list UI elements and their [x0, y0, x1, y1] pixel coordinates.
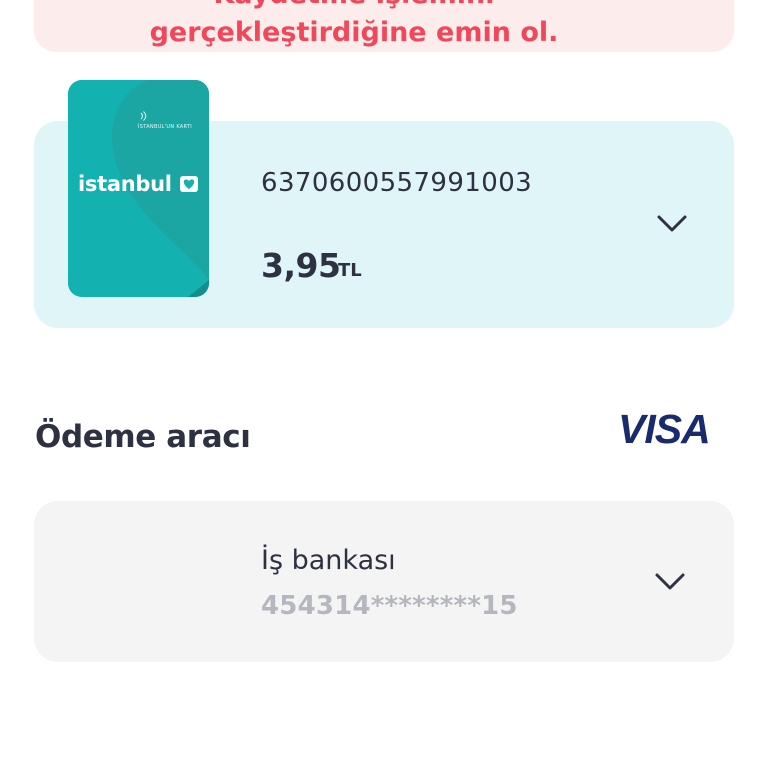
nfc-icon: [140, 111, 147, 121]
payment-method-title: Ödeme aracı: [35, 419, 251, 455]
kart-small-text: İSTANBUL'UN KARTI: [138, 124, 193, 130]
card-currency: TL: [338, 260, 362, 281]
card-balance: 3,95: [261, 246, 341, 285]
masked-card-number: 454314********15: [261, 591, 518, 621]
istanbulkart-image: İSTANBUL'UN KARTI istanbul: [68, 80, 209, 297]
heart-icon: [180, 176, 198, 192]
bank-name: İş bankası: [261, 545, 396, 576]
warning-banner: Kaydetme işlemini gerçekleştirdiğine emi…: [34, 0, 734, 52]
chevron-down-icon[interactable]: [656, 214, 688, 234]
screen: Kaydetme işlemini gerçekleştirdiğine emi…: [0, 0, 768, 768]
istanbul-logo: istanbul: [78, 172, 172, 196]
warning-text-line-1: Kaydetme işlemini: [4, 0, 704, 12]
payment-method-selector[interactable]: [34, 501, 734, 662]
card-number: 6370600557991003: [261, 168, 533, 198]
chevron-down-icon[interactable]: [654, 572, 686, 592]
visa-logo: VISA: [618, 406, 711, 452]
warning-text-line-2: gerçekleştirdiğine emin ol.: [149, 17, 559, 48]
